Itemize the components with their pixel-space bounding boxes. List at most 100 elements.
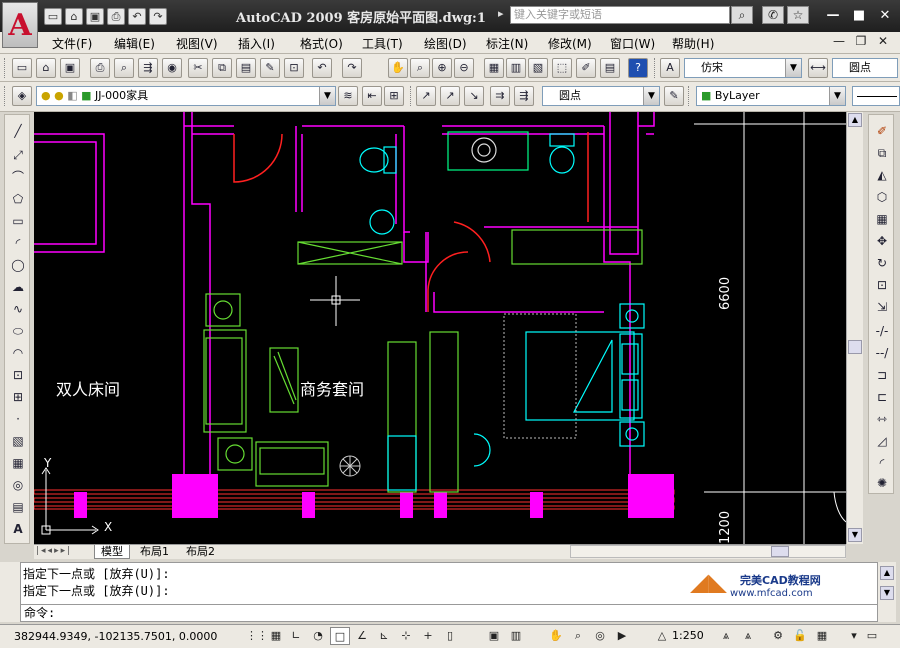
make-current-layer-icon[interactable]: ≋ [338, 86, 358, 106]
multiline-text-icon[interactable]: A [8, 519, 28, 539]
snap-mode-icon[interactable]: ⋮⋮ [246, 627, 268, 645]
align-leaders-icon[interactable]: ⇉ [490, 86, 510, 106]
chevron-down-icon[interactable]: ▼ [785, 59, 801, 77]
remove-leader-icon[interactable]: ↘ [464, 86, 484, 106]
close-button[interactable]: ✕ [874, 7, 896, 25]
menu-draw[interactable]: 绘图(D) [424, 35, 467, 52]
save-icon[interactable]: ▣ [86, 8, 104, 25]
command-window-grip[interactable] [0, 562, 20, 622]
layer-previous-icon[interactable]: ⇤ [362, 86, 382, 106]
break-icon[interactable]: ⊏ [872, 387, 892, 407]
vertical-scrollbar[interactable]: ▲ ▼ [846, 112, 863, 544]
layer-manager-icon[interactable]: ◈ [12, 86, 32, 106]
menu-format[interactable]: 格式(O) [300, 35, 343, 52]
zoom-window-icon[interactable]: ⊕ [432, 58, 452, 78]
gradient-icon[interactable]: ▦ [8, 453, 28, 473]
scroll-thumb[interactable] [848, 340, 862, 354]
horizontal-scrollbar[interactable] [570, 545, 846, 558]
construction-line-icon[interactable]: ⤢ [8, 145, 28, 165]
cmd-scroll-down-icon[interactable]: ▼ [880, 586, 894, 600]
make-block-icon[interactable]: ⊞ [8, 387, 28, 407]
dim-style-select[interactable]: 圆点 [832, 58, 898, 78]
linetype-select[interactable] [852, 86, 900, 106]
color-select[interactable]: ■ ByLayer ▼ [696, 86, 846, 106]
spline-icon[interactable]: ∿ [8, 299, 28, 319]
search-icon[interactable]: ⌕ [731, 6, 753, 24]
steering-wheel-icon[interactable]: ◎ [590, 627, 610, 645]
redo-toolbar-icon[interactable]: ↷ [342, 58, 362, 78]
help-icon[interactable]: ? [628, 58, 648, 78]
hardware-acceleration-icon[interactable]: ▦ [812, 627, 832, 645]
doc-close-button[interactable]: ✕ [874, 34, 892, 50]
cut-icon[interactable]: ✂ [188, 58, 208, 78]
publish-icon[interactable]: ⇶ [138, 58, 158, 78]
quick-properties-icon[interactable]: ▯ [440, 627, 460, 645]
multileader-icon[interactable]: ↗ [416, 86, 436, 106]
menu-edit[interactable]: 编辑(E) [114, 35, 155, 52]
match-properties-icon[interactable]: ✎ [260, 58, 280, 78]
doc-minimize-button[interactable]: — [830, 34, 848, 50]
arc-icon[interactable]: ◜ [8, 233, 28, 253]
array-icon[interactable]: ▦ [872, 209, 892, 229]
scale-icon[interactable]: ⊡ [872, 275, 892, 295]
tool-palettes-icon[interactable]: ▧ [528, 58, 548, 78]
menu-view[interactable]: 视图(V) [176, 35, 218, 52]
scroll-down-icon[interactable]: ▼ [848, 528, 862, 542]
ellipse-icon[interactable]: ⬭ [8, 321, 28, 341]
clean-screen-icon[interactable]: ▭ [862, 627, 882, 645]
mleader-style-select[interactable]: 圆点 ▼ [542, 86, 660, 106]
point-icon[interactable]: · [8, 409, 28, 429]
model-space-icon[interactable]: ▣ [484, 627, 504, 645]
menu-help[interactable]: 帮助(H) [672, 35, 714, 52]
stretch-icon[interactable]: ⇲ [872, 297, 892, 317]
plot-icon[interactable]: ⎙ [90, 58, 110, 78]
favorites-star-icon[interactable]: ☆ [787, 6, 809, 24]
minimize-button[interactable]: — [822, 7, 844, 25]
layer-select[interactable]: ● ● ◧ ■ JJ-000家具 ▼ [36, 86, 336, 106]
menu-modify[interactable]: 修改(M) [548, 35, 592, 52]
trim-icon[interactable]: -/- [872, 321, 892, 341]
properties-icon[interactable]: ▦ [484, 58, 504, 78]
polygon-icon[interactable]: ⬠ [8, 189, 28, 209]
open-icon[interactable]: ⌂ [65, 8, 83, 25]
fillet-icon[interactable]: ◜ [872, 453, 892, 473]
explode-icon[interactable]: ✺ [872, 473, 892, 493]
object-snap-tracking-icon[interactable]: ∠ [352, 627, 372, 645]
qnew-icon[interactable]: ▭ [12, 58, 32, 78]
hatch-icon[interactable]: ▧ [8, 431, 28, 451]
plot-preview-icon[interactable]: ⌕ [114, 58, 134, 78]
annotation-visibility-icon[interactable]: ⩓ [716, 627, 736, 645]
copy-icon[interactable]: ⧉ [212, 58, 232, 78]
copy-object-icon[interactable]: ⧉ [872, 143, 892, 163]
menu-file[interactable]: 文件(F) [52, 35, 92, 52]
move-icon[interactable]: ✥ [872, 231, 892, 251]
print-icon[interactable]: ⎙ [107, 8, 125, 25]
mirror-icon[interactable]: ◭ [872, 165, 892, 185]
zoom-status-icon[interactable]: ⌕ [568, 627, 588, 645]
chamfer-icon[interactable]: ◿ [872, 431, 892, 451]
info-arrow-icon[interactable]: ▸ [498, 7, 504, 20]
block-editor-icon[interactable]: ⊡ [284, 58, 304, 78]
undo-icon[interactable]: ↶ [128, 8, 146, 25]
tab-layout1[interactable]: 布局1 [134, 545, 175, 559]
tab-model[interactable]: 模型 [94, 545, 130, 559]
lineweight-icon[interactable]: + [418, 627, 438, 645]
mleader-style-icon[interactable]: ✎ [664, 86, 684, 106]
dynamic-input-icon[interactable]: ⊹ [396, 627, 416, 645]
offset-icon[interactable]: ⬡ [872, 187, 892, 207]
coordinates-readout[interactable]: 382944.9349, -102135.7501, 0.0000 [14, 630, 217, 643]
polyline-icon[interactable]: ⌒ [8, 167, 28, 187]
maximize-button[interactable]: ■ [848, 7, 870, 25]
break-at-point-icon[interactable]: ⊐ [872, 365, 892, 385]
text-style-select[interactable]: 仿宋 ▼ [684, 58, 802, 78]
pan-icon[interactable]: ✋ [388, 58, 408, 78]
design-center-icon[interactable]: ▥ [506, 58, 526, 78]
insert-block-icon[interactable]: ⊡ [8, 365, 28, 385]
polar-tracking-icon[interactable]: ◔ [308, 627, 328, 645]
object-snap-icon[interactable]: □ [330, 627, 350, 645]
cmd-scroll-up-icon[interactable]: ▲ [880, 566, 894, 580]
markup-set-icon[interactable]: ✐ [576, 58, 596, 78]
chevron-down-icon[interactable]: ▼ [643, 87, 659, 105]
rotate-icon[interactable]: ↻ [872, 253, 892, 273]
grid-display-icon[interactable]: ▦ [266, 627, 286, 645]
